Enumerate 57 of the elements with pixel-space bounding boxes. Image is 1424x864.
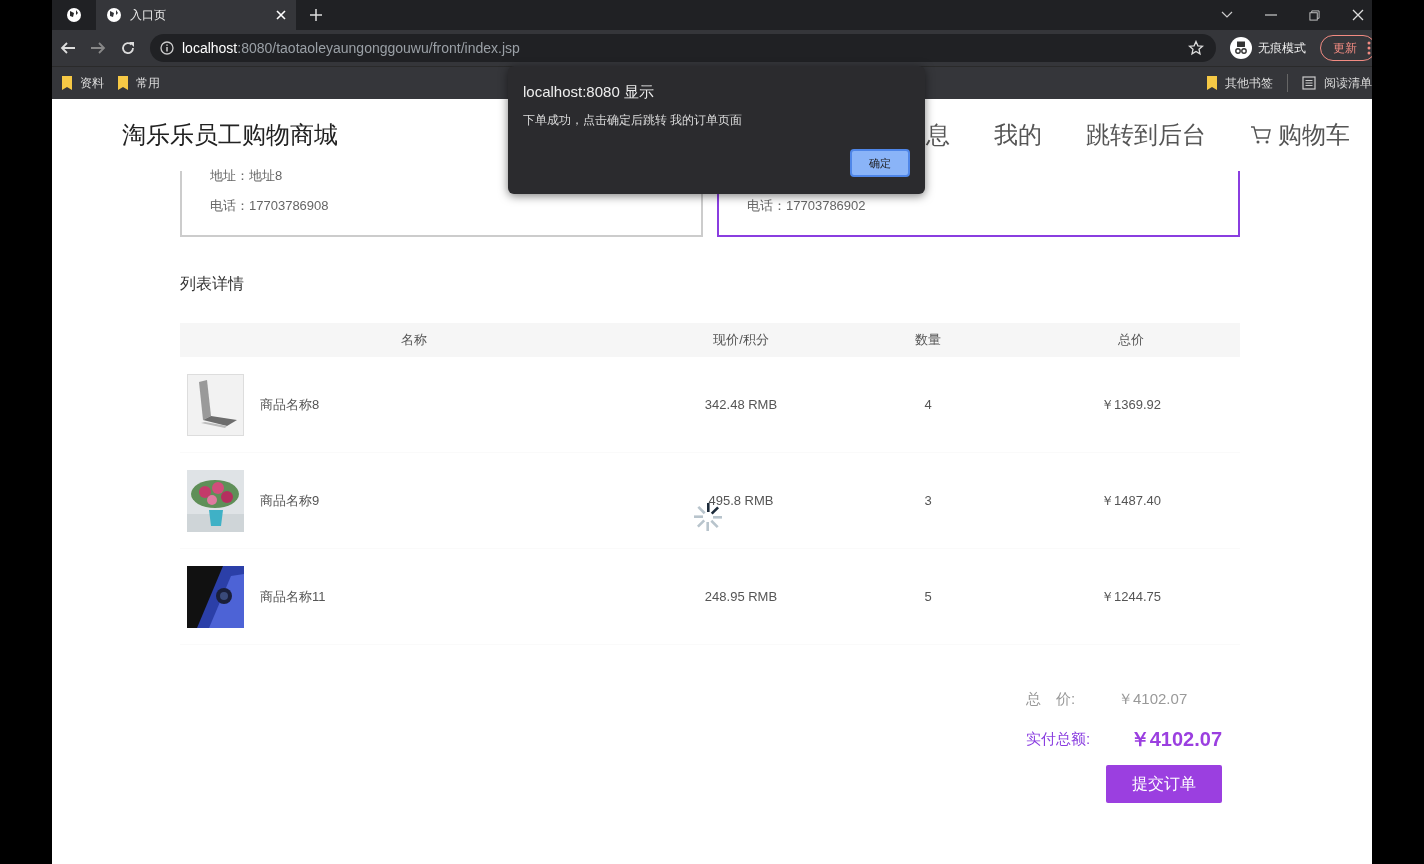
cart-icon [1250,125,1272,145]
more-icon [1367,41,1371,55]
product-name: 商品名称8 [260,395,320,414]
tab-title: 入口页 [130,6,167,24]
forward-icon[interactable] [90,40,106,56]
column-header: 总价 [1117,331,1145,349]
address-line: 电话：17703786902 [747,197,867,215]
list-icon [1302,76,1316,90]
table-cell-text: ￥1369.92 [1100,395,1162,414]
address-bar[interactable]: localhost:8080/taotaoleyaungonggouwu/front/index.jsp [150,34,1216,62]
product-name: 商品名称11 [260,587,326,606]
dialog-message: 下单成功，点击确定后跳转 我的订单页面 [523,112,743,129]
table-cell-text: 5 [923,589,933,604]
folder-icon [62,76,72,90]
incognito-profile-button[interactable]: 无痕模式 [1230,37,1306,59]
close-icon[interactable] [1352,9,1364,21]
bookmark-folder[interactable]: 其他书签 [1207,74,1273,92]
back-icon[interactable] [60,40,76,56]
folder-icon [1207,76,1217,90]
restore-icon[interactable] [1309,9,1320,21]
nav-link[interactable]: 我的 [994,119,1042,151]
column-header: 现价/积分 [712,331,770,349]
url-text: localhost:8080/taotaoleyaungonggouwu/front/index.jsp [182,40,520,56]
total-label: 总 价: [1026,689,1077,709]
site-logo[interactable]: 淘乐乐员工购物商城 [122,119,338,151]
browser-tab[interactable]: 入口页 [96,0,296,30]
reload-icon[interactable] [120,40,136,56]
product-name: 商品名称9 [260,491,320,510]
table-cell-text: ￥1244.75 [1100,587,1162,606]
table-cell-text: 4 [923,397,933,412]
incognito-icon [1230,37,1252,59]
nav-link[interactable]: 跳转到后台 [1086,119,1206,151]
nav-link[interactable]: 购物车 [1250,119,1350,151]
bookmark-folder[interactable]: 常用 [118,74,160,92]
nav-link[interactable]: 息 [926,119,950,151]
submit-order-button[interactable]: 提交订单 [1106,765,1222,803]
new-tab-icon[interactable] [310,9,322,21]
star-icon[interactable] [1188,40,1204,56]
dialog-title: localhost:8080 显示 [523,83,654,102]
table-cell-text: ￥1487.40 [1100,491,1162,510]
chevron-down-icon[interactable] [1221,11,1233,19]
table-cell-text: 248.95 RMB [703,589,779,604]
table-cell-text: 3 [923,493,933,508]
ok-button[interactable]: 确定 [850,149,910,177]
column-header: 数量 [914,331,942,349]
info-icon [160,41,174,55]
section-title: 列表详情 [180,274,245,294]
table-cell-text: 342.48 RMB [703,397,779,412]
paid-label: 实付总额: [1026,729,1092,749]
paid-value: ￥4102.07 [1128,726,1222,752]
table-cell-text: 495.8 RMB [707,493,775,508]
address-line: 电话：17703786908 [210,197,330,215]
total-value: ￥4102.07 [1118,689,1189,709]
folder-icon [118,76,128,90]
column-header: 名称 [400,331,428,349]
reading-list-button[interactable]: 阅读清单 [1302,74,1372,92]
bookmark-folder[interactable]: 资料 [62,74,104,92]
